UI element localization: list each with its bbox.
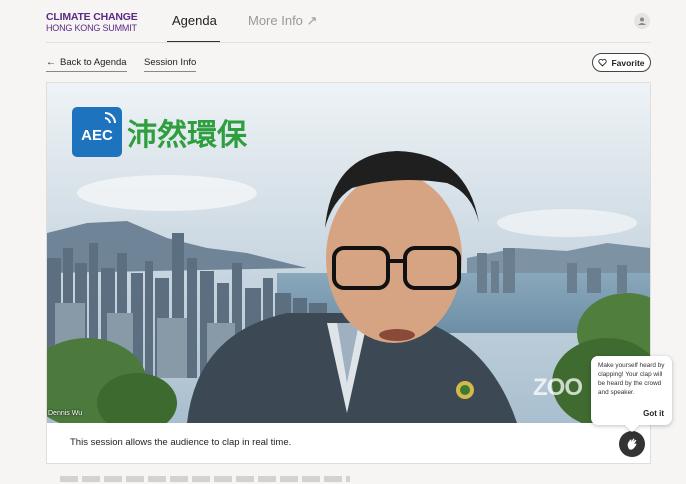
logo-line1: CLIMATE CHANGE: [46, 11, 138, 23]
session-caption-bar: This session allows the audience to clap…: [47, 423, 650, 463]
favorite-label: Favorite: [611, 57, 645, 68]
clap-tooltip-text: Make yourself heard by clapping! Your cl…: [598, 362, 665, 396]
svg-text:AEC: AEC: [81, 127, 113, 144]
tab-agenda[interactable]: Agenda: [172, 13, 217, 28]
video-card: AEC 沛然環保 Dennis Wu ZOO This session allo…: [46, 82, 651, 464]
avatar-icon[interactable]: [634, 13, 650, 29]
zoom-watermark: ZOO: [533, 374, 583, 401]
heart-icon: [598, 58, 608, 67]
clap-button[interactable]: [619, 431, 645, 457]
clap-tooltip: Make yourself heard by clapping! Your cl…: [591, 356, 672, 433]
svg-text:沛然環保: 沛然環保: [127, 118, 248, 153]
video-player[interactable]: AEC 沛然環保 Dennis Wu ZOO: [47, 83, 650, 423]
speaker-name-label: Dennis Wu: [48, 410, 83, 417]
faded-description-placeholder: [60, 476, 350, 482]
summit-logo[interactable]: CLIMATE CHANGE HONG KONG SUMMIT: [46, 12, 138, 33]
session-info-link[interactable]: Session Info: [144, 57, 197, 72]
header-divider: [46, 42, 651, 43]
got-it-button[interactable]: Got it: [643, 409, 664, 418]
clap-icon: [627, 438, 637, 450]
top-header: CLIMATE CHANGE HONG KONG SUMMIT Agenda M…: [0, 0, 686, 44]
back-arrow-icon: ←: [46, 57, 56, 68]
tab-more-info[interactable]: More Info ↗: [248, 13, 317, 29]
back-to-agenda-link[interactable]: ← Back to Agenda: [46, 57, 127, 72]
favorite-button[interactable]: Favorite: [592, 53, 651, 72]
back-label: Back to Agenda: [60, 57, 127, 68]
session-caption-text: This session allows the audience to clap…: [70, 437, 292, 448]
logo-line2: HONG KONG SUMMIT: [46, 22, 137, 33]
